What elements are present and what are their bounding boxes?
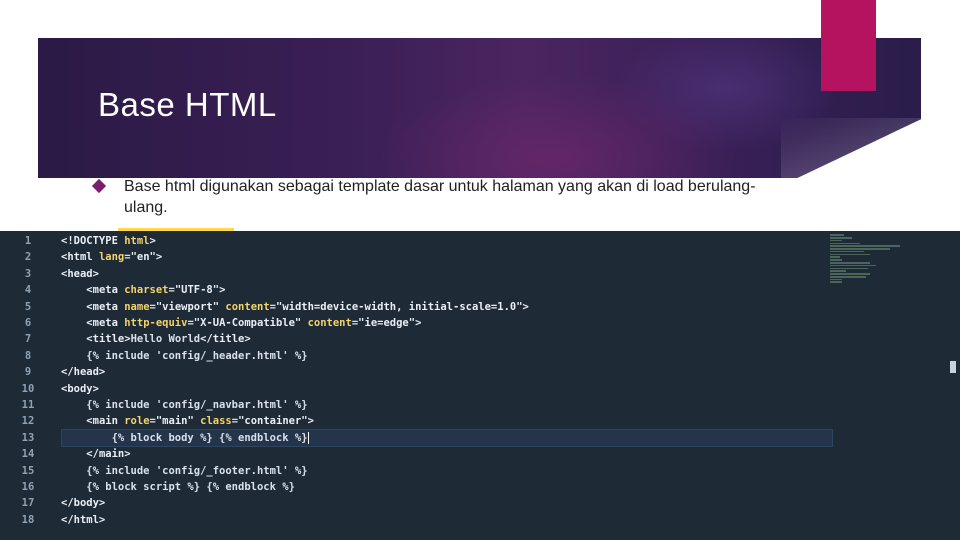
code-line[interactable]: 12 <main role="main" class="container">	[0, 413, 830, 429]
code-text: </html>	[61, 513, 106, 526]
code-text: </body>	[61, 497, 106, 510]
text-cursor	[307, 431, 309, 444]
code-text: {% block body %} {% endblock %}	[61, 431, 309, 444]
code-line[interactable]: 5 <meta name="viewport" content="width=d…	[0, 299, 830, 315]
code-line[interactable]: 7 <title>Hello World</title>	[0, 331, 830, 347]
code-text: <body>	[61, 382, 99, 395]
minimap[interactable]	[830, 233, 910, 284]
code-text: </head>	[61, 366, 106, 379]
code-text: {% block script %} {% endblock %}	[61, 481, 295, 493]
code-line[interactable]: 2 <html lang="en">	[0, 249, 830, 265]
code-text: <title>Hello World</title>	[86, 333, 251, 346]
line-number: 3	[24, 267, 32, 280]
code-line[interactable]: 16 {% block script %} {% endblock %}	[0, 479, 830, 495]
code-text: <html lang="en">	[61, 251, 163, 264]
line-number: 17	[21, 497, 35, 510]
code-text: <meta name="viewport" content="width=dev…	[86, 300, 529, 313]
line-number: 16	[21, 481, 35, 493]
line-number: 15	[21, 464, 35, 477]
code-line[interactable]: 10 <body>	[0, 381, 830, 397]
code-line[interactable]: 8 {% include 'config/_header.html' %}	[0, 348, 830, 364]
code-line[interactable]: 17 </body>	[0, 495, 830, 511]
line-number: 2	[24, 251, 32, 264]
code-text: {% include 'config/_navbar.html' %}	[61, 399, 308, 411]
line-number: 5	[24, 300, 32, 313]
code-text: {% include 'config/_header.html' %}	[61, 349, 308, 362]
code-text: <main role="main" class="container">	[86, 415, 314, 428]
code-line[interactable]: 18 </html>	[0, 512, 830, 528]
code-text: </main>	[86, 448, 131, 461]
line-number: 9	[24, 366, 32, 379]
code-text: <meta http-equiv="X-UA-Compatible" conte…	[86, 317, 422, 329]
bullet-text: Base html digunakan sebagai template das…	[124, 178, 756, 216]
code-line[interactable]: 1 <!DOCTYPE html>	[0, 233, 830, 249]
line-number: 14	[21, 448, 35, 461]
line-number: 10	[21, 382, 35, 395]
diamond-bullet-icon	[91, 178, 107, 194]
scrollbar-marker[interactable]	[950, 361, 956, 373]
code-line[interactable]: 6 <meta http-equiv="X-UA-Compatible" con…	[0, 315, 830, 331]
code-text: <!DOCTYPE html>	[61, 235, 156, 247]
line-number: 12	[21, 415, 35, 428]
line-number: 6	[24, 317, 32, 329]
code-line[interactable]: 13 {% block body %} {% endblock %}	[0, 430, 830, 446]
line-number: 4	[24, 284, 32, 297]
line-number: 7	[24, 333, 32, 346]
line-number: 18	[21, 513, 35, 526]
code-text: <head>	[61, 267, 99, 280]
code-line[interactable]: 9 </head>	[0, 364, 830, 380]
line-number: 13	[21, 431, 35, 444]
code-editor[interactable]: 1 <!DOCTYPE html> 2 <html lang="en"> 3 <head>…	[0, 231, 960, 540]
slide-title: Base HTML	[98, 86, 277, 123]
code-text: {% include 'config/_footer.html' %}	[61, 464, 308, 477]
code-line[interactable]: 11 {% include 'config/_navbar.html' %}	[0, 397, 830, 413]
code-text: <meta charset="UTF-8">	[86, 284, 226, 297]
line-number: 1	[24, 235, 32, 247]
accent-bar	[821, 0, 876, 91]
line-number: 8	[24, 349, 32, 362]
code-line[interactable]: 4 <meta charset="UTF-8">	[0, 282, 830, 298]
code-line[interactable]: 14 </main>	[0, 446, 830, 462]
code-line[interactable]: 15 {% include 'config/_footer.html' %}	[0, 463, 830, 479]
code-line[interactable]: 3 <head>	[0, 266, 830, 282]
line-number: 11	[21, 399, 35, 411]
